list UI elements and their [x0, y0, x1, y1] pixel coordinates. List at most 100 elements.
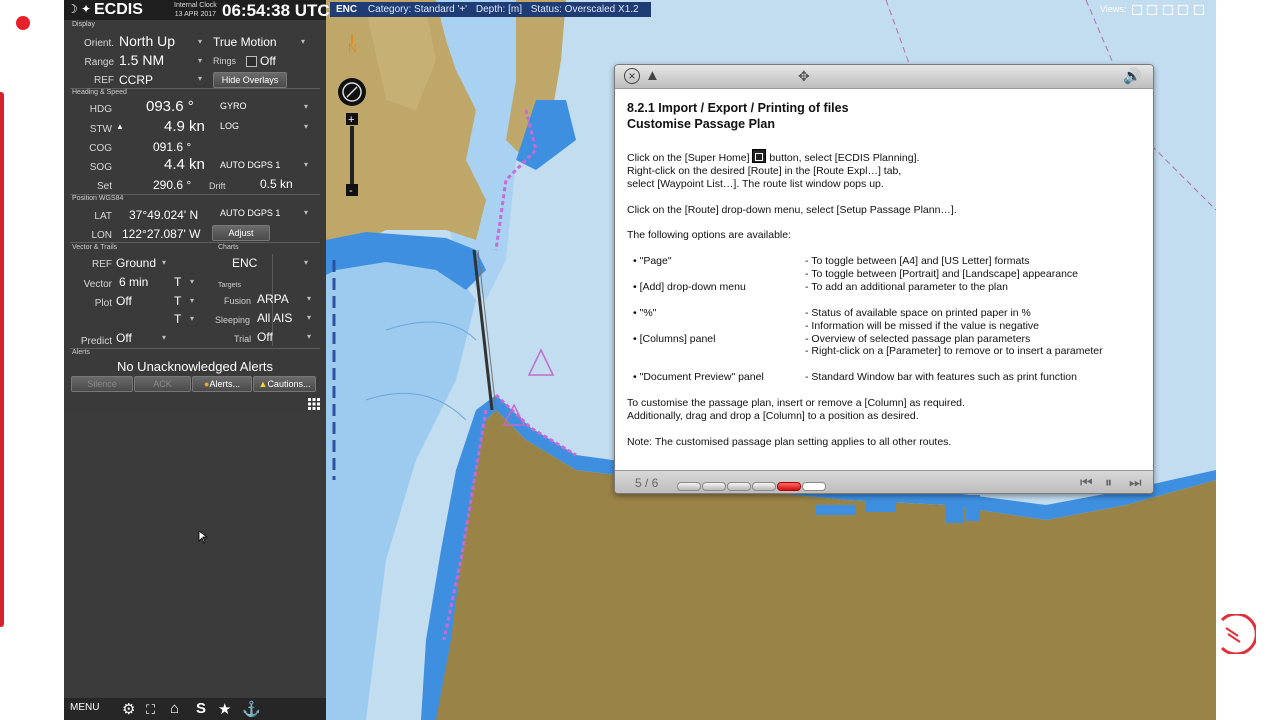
chart-tab-enc[interactable]: ENC	[336, 4, 357, 15]
favorite-star-icon[interactable]: ★	[218, 700, 231, 718]
motion-dropdown-icon[interactable]: ▾	[301, 37, 305, 46]
option-row: - Right-click on a [Parameter] to remove…	[627, 345, 1142, 358]
plot-t2-value[interactable]: T	[174, 312, 181, 326]
ref-value[interactable]: CCRP	[119, 73, 153, 87]
lat-label: LAT	[94, 211, 112, 222]
ack-button[interactable]: ACK	[134, 376, 191, 392]
clock-label: Internal Clock 13 APR 2017	[174, 1, 217, 19]
instruction-line-3: select [Waypoint List…]. The route list …	[627, 177, 884, 190]
lat-source-dropdown-icon[interactable]: ▾	[304, 208, 308, 217]
super-home-icon[interactable]: ⌂	[170, 700, 179, 717]
vector-t-value[interactable]: T	[174, 275, 181, 289]
trial-dropdown-icon[interactable]: ▾	[307, 332, 311, 341]
range-value[interactable]: 1.5 NM	[119, 52, 164, 68]
vector-ref-dropdown-icon[interactable]: ▾	[162, 258, 166, 267]
sog-source[interactable]: AUTO DGPS 1	[220, 160, 280, 170]
svg-text:-: -	[349, 185, 353, 197]
adjust-button[interactable]: Adjust	[212, 225, 270, 241]
drift-label: Drift	[209, 181, 226, 191]
sog-source-dropdown-icon[interactable]: ▾	[304, 160, 308, 169]
vector-value[interactable]: 6 min	[119, 275, 148, 289]
lat-source[interactable]: AUTO DGPS 1	[220, 208, 280, 218]
slide-dot-1[interactable]	[677, 482, 701, 491]
rings-checkbox[interactable]	[246, 56, 257, 67]
silence-button[interactable]: Silence	[71, 376, 133, 392]
orient-value[interactable]: North Up	[119, 33, 175, 49]
dialog-heading: 8.2.1 Import / Export / Printing of file…	[627, 101, 849, 115]
stw-source[interactable]: LOG	[220, 121, 239, 131]
pause-icon[interactable]: ⏸	[1105, 474, 1112, 491]
hdg-source-dropdown-icon[interactable]: ▾	[304, 102, 308, 111]
dialog-titlebar[interactable]: × ▲ ✥ 🔊	[615, 65, 1153, 89]
option-row: • "%" - Status of available space on prin…	[627, 307, 1142, 320]
slide-dot-5-current[interactable]	[777, 482, 801, 491]
option-key: • "Page"	[633, 255, 672, 268]
apps-grid-icon[interactable]	[308, 398, 320, 410]
settings-gear-icon[interactable]: ⚙	[122, 700, 135, 718]
vector-label: Vector	[83, 279, 112, 290]
view-quad-icon[interactable]	[1178, 4, 1189, 15]
view-single-icon[interactable]	[1131, 4, 1142, 15]
plot-value[interactable]: Off	[116, 294, 132, 308]
sleeping-dropdown-icon[interactable]: ▾	[307, 313, 311, 322]
bottom-toolbar: MENU ⚙ ⛶ ⌂ S ★ ⚓	[64, 698, 326, 720]
close-icon[interactable]: ×	[624, 68, 640, 84]
chart-zoom-control[interactable]: N + -	[338, 30, 378, 200]
cautions-button[interactable]: ▲Cautions...	[253, 376, 316, 392]
hdg-label: HDG	[89, 104, 112, 115]
menu-button[interactable]: MENU	[70, 702, 99, 713]
predict-value[interactable]: Off	[116, 331, 132, 345]
plot-t2-dropdown-icon[interactable]: ▾	[190, 314, 194, 323]
fit-screen-icon[interactable]: ⛶	[146, 702, 155, 718]
ship-icon[interactable]: ⚓	[242, 700, 261, 718]
view-split-v-icon[interactable]	[1162, 4, 1173, 15]
cautions-button-label: Cautions...	[267, 379, 311, 389]
view-split-h-icon[interactable]	[1147, 4, 1158, 15]
charts-value[interactable]: ENC	[232, 256, 257, 270]
ref-dropdown-icon[interactable]: ▾	[198, 74, 202, 83]
hide-overlays-button[interactable]: Hide Overlays	[213, 72, 287, 88]
stw-value: 4.9 kn	[164, 118, 205, 135]
views-selector[interactable]: Views:	[1100, 4, 1204, 15]
speaker-icon[interactable]: 🔊	[1123, 67, 1142, 85]
orient-dropdown-icon[interactable]: ▾	[198, 37, 202, 46]
sleeping-value[interactable]: All AIS	[257, 311, 292, 325]
skip-back-icon[interactable]: ⏮	[1080, 474, 1093, 491]
slide-dot-6[interactable]	[802, 482, 826, 491]
fusion-value[interactable]: ARPA	[257, 292, 289, 306]
motion-value[interactable]: True Motion	[213, 35, 277, 49]
alerts-button[interactable]: ●Alerts...	[192, 376, 252, 392]
trial-value[interactable]: Off	[257, 330, 273, 344]
view-grid-icon[interactable]	[1193, 4, 1204, 15]
range-dropdown-icon[interactable]: ▾	[198, 56, 202, 65]
plot-t-value[interactable]: T	[174, 294, 181, 308]
vector-ref-label: REF	[92, 259, 112, 270]
svg-text:+: +	[348, 114, 354, 126]
charts-dropdown-icon[interactable]: ▾	[304, 258, 308, 267]
plot-t-dropdown-icon[interactable]: ▾	[190, 296, 194, 305]
warning-triangle-icon[interactable]: ▲	[645, 67, 660, 84]
chart-category: Category: Standard '+'	[367, 4, 468, 15]
slide-dot-4[interactable]	[752, 482, 776, 491]
option-value: - Standard Window bar with features such…	[805, 371, 1077, 384]
predict-label: Predict	[80, 336, 112, 347]
slide-dot-2[interactable]	[702, 482, 726, 491]
set-value: 290.6 °	[153, 178, 192, 192]
chart-status-tab[interactable]: ENC Category: Standard '+' Depth: [m] St…	[330, 2, 651, 17]
s-mode-icon[interactable]: S	[196, 700, 206, 717]
hdg-source[interactable]: GYRO	[220, 101, 247, 111]
skip-forward-icon[interactable]: ⏭	[1129, 474, 1142, 491]
predict-dropdown-icon[interactable]: ▾	[162, 333, 166, 342]
fusion-dropdown-icon[interactable]: ▾	[307, 294, 311, 303]
option-value: - To add an additional parameter to the …	[805, 280, 1008, 293]
rings-label: Rings	[213, 56, 237, 66]
stw-source-dropdown-icon[interactable]: ▾	[304, 122, 308, 131]
slide-dot-3[interactable]	[727, 482, 751, 491]
move-icon[interactable]: ✥	[798, 68, 810, 85]
star-icon[interactable]: ✦	[81, 2, 91, 16]
stw-toggle-icon[interactable]: ▲	[116, 122, 124, 131]
vector-t-dropdown-icon[interactable]: ▾	[190, 277, 194, 286]
vector-ref-value[interactable]: Ground	[116, 256, 156, 270]
position-section-label: Position WGS84	[72, 195, 124, 202]
night-mode-icon[interactable]: ☽	[67, 2, 78, 16]
